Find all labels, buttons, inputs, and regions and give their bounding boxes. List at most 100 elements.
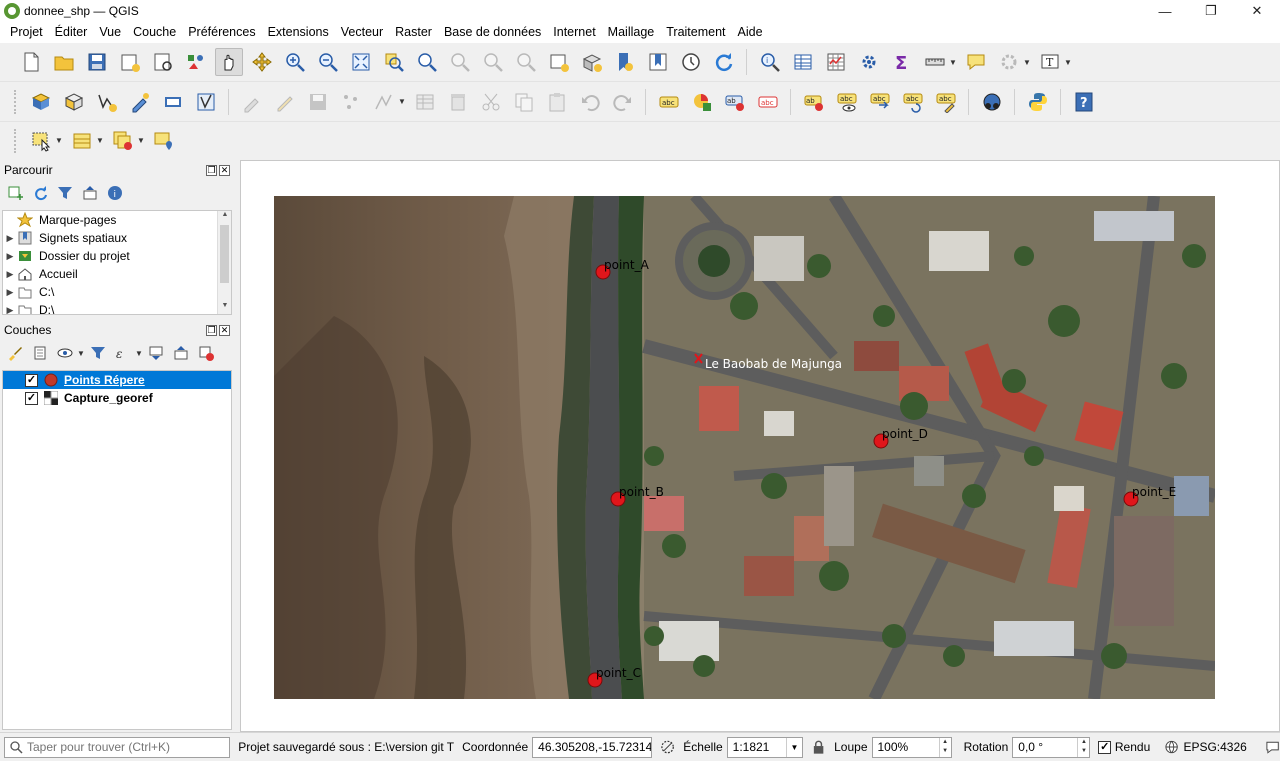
visibility-dropdown-icon[interactable]: ▼ bbox=[77, 349, 85, 358]
field-calculator-icon[interactable] bbox=[822, 48, 850, 76]
undock-panel-icon[interactable]: ❐ bbox=[206, 324, 217, 336]
toggle-editing-pencil-icon[interactable] bbox=[271, 88, 299, 116]
collapse-all-layers-icon[interactable] bbox=[170, 342, 192, 364]
vertex-tool-icon[interactable] bbox=[370, 88, 398, 116]
menu-internet[interactable]: Internet bbox=[547, 22, 601, 43]
paste-features-icon[interactable] bbox=[543, 88, 571, 116]
quickmapservices-icon[interactable] bbox=[978, 88, 1006, 116]
diagram-options-icon[interactable] bbox=[688, 88, 716, 116]
scrollbar-thumb[interactable] bbox=[220, 225, 229, 283]
zoom-to-layer-icon[interactable] bbox=[413, 48, 441, 76]
zoom-last-icon[interactable] bbox=[479, 48, 507, 76]
annotation-dropdown-icon[interactable]: ▼ bbox=[1064, 58, 1072, 67]
zoom-out-icon[interactable] bbox=[314, 48, 342, 76]
select-expression-dropdown-icon[interactable]: ▼ bbox=[96, 136, 104, 145]
pin-labels-icon[interactable]: ab bbox=[721, 88, 749, 116]
minimize-button[interactable]: — bbox=[1142, 0, 1188, 22]
statistics-sigma-icon[interactable]: Σ bbox=[888, 48, 916, 76]
expand-arrow-icon[interactable]: ▶ bbox=[3, 251, 17, 262]
menu-preferences[interactable]: Préférences bbox=[182, 22, 261, 43]
close-panel-icon[interactable]: ✕ bbox=[219, 164, 230, 176]
cut-features-icon[interactable] bbox=[477, 88, 505, 116]
menu-projet[interactable]: Projet bbox=[4, 22, 49, 43]
style-brush-icon[interactable] bbox=[4, 342, 26, 364]
virtual-layer-icon[interactable] bbox=[159, 88, 187, 116]
python-console-icon[interactable] bbox=[1024, 88, 1052, 116]
style-manager-icon[interactable] bbox=[182, 48, 210, 76]
close-panel-icon[interactable]: ✕ bbox=[219, 324, 230, 336]
tree-item-home[interactable]: ▶ Accueil bbox=[3, 265, 231, 283]
processing-dropdown-icon[interactable]: ▼ bbox=[1023, 58, 1031, 67]
add-selected-layers-icon[interactable] bbox=[4, 182, 26, 204]
tree-item-bookmarks[interactable]: Marque-pages bbox=[3, 211, 231, 229]
processing-options-gear-icon[interactable] bbox=[995, 48, 1023, 76]
filter-browser-icon[interactable] bbox=[54, 182, 76, 204]
measure-line-icon[interactable] bbox=[921, 48, 949, 76]
select-by-location-icon[interactable] bbox=[150, 127, 178, 155]
label-toolbar-abc-icon[interactable]: abc bbox=[655, 88, 683, 116]
crs-globe-icon[interactable] bbox=[1164, 739, 1179, 755]
scale-combobox[interactable]: ▼ bbox=[726, 736, 803, 758]
move-label-arrow-icon[interactable]: abc bbox=[866, 88, 894, 116]
change-label-icon[interactable]: abc bbox=[932, 88, 960, 116]
close-button[interactable]: ✕ bbox=[1234, 0, 1280, 22]
layout-manager-icon[interactable] bbox=[149, 48, 177, 76]
menu-maillage[interactable]: Maillage bbox=[602, 22, 661, 43]
current-edits-icon[interactable] bbox=[238, 88, 266, 116]
delete-selected-icon[interactable] bbox=[444, 88, 472, 116]
new-3d-map-view-icon[interactable] bbox=[578, 48, 606, 76]
menu-vecteur[interactable]: Vecteur bbox=[335, 22, 389, 43]
scale-dropdown-icon[interactable]: ▼ bbox=[785, 737, 802, 757]
add-group-icon[interactable] bbox=[29, 342, 51, 364]
magnifier-spin-icon[interactable]: ▲ ▼ bbox=[938, 737, 951, 757]
select-by-expression-icon[interactable] bbox=[68, 127, 96, 155]
new-shapefile-icon[interactable] bbox=[93, 88, 121, 116]
map-canvas[interactable]: Le Baobab de Majunga point_A point_B poi… bbox=[240, 160, 1280, 732]
open-attribute-table-icon[interactable] bbox=[789, 48, 817, 76]
coordinate-input[interactable] bbox=[538, 740, 652, 754]
layer-visibility-checkbox[interactable]: ✓ bbox=[25, 373, 38, 387]
menu-base-de-donnees[interactable]: Base de données bbox=[438, 22, 547, 43]
menu-extensions[interactable]: Extensions bbox=[262, 22, 335, 43]
undock-panel-icon[interactable]: ❐ bbox=[206, 164, 217, 176]
expand-arrow-icon[interactable]: ▶ bbox=[3, 233, 17, 244]
magnifier-spinbox[interactable]: ▲▼ bbox=[871, 736, 952, 758]
refresh-browser-icon[interactable] bbox=[29, 182, 51, 204]
filter-dropdown-icon[interactable]: ▼ bbox=[135, 349, 143, 358]
refresh-icon[interactable] bbox=[710, 48, 738, 76]
identify-features-icon[interactable]: i bbox=[756, 48, 784, 76]
expand-arrow-icon[interactable]: ▶ bbox=[3, 305, 17, 315]
deselect-dropdown-icon[interactable]: ▼ bbox=[137, 136, 145, 145]
map-tips-icon[interactable] bbox=[962, 48, 990, 76]
tree-item-project-folder[interactable]: ▶ Dossier du projet bbox=[3, 247, 231, 265]
menu-traitement[interactable]: Traitement bbox=[660, 22, 731, 43]
measure-dropdown-icon[interactable]: ▼ bbox=[949, 58, 957, 67]
toggle-extents-mouse-icon[interactable] bbox=[660, 739, 675, 755]
messages-icon[interactable] bbox=[1265, 739, 1280, 755]
show-spatial-bookmarks-icon[interactable] bbox=[644, 48, 672, 76]
show-hide-labels-icon[interactable]: abc bbox=[833, 88, 861, 116]
redo-icon[interactable] bbox=[609, 88, 637, 116]
digitize-icon[interactable] bbox=[126, 88, 154, 116]
layer-row-points-repere[interactable]: ✓ Points Répere bbox=[3, 371, 231, 389]
highlight-labels-icon[interactable]: abc bbox=[754, 88, 782, 116]
properties-info-icon[interactable]: i bbox=[104, 182, 126, 204]
select-dropdown-icon[interactable]: ▼ bbox=[55, 136, 63, 145]
copy-features-icon[interactable] bbox=[510, 88, 538, 116]
tree-item-drive-c[interactable]: ▶ C:\ bbox=[3, 283, 231, 301]
layer-visibility-checkbox[interactable]: ✓ bbox=[25, 391, 38, 405]
collapse-all-icon[interactable] bbox=[79, 182, 101, 204]
filter-legend-icon[interactable] bbox=[87, 342, 109, 364]
undo-icon[interactable] bbox=[576, 88, 604, 116]
scroll-up-icon[interactable]: ▲ bbox=[218, 211, 231, 223]
zoom-in-icon[interactable] bbox=[281, 48, 309, 76]
expand-arrow-icon[interactable]: ▶ bbox=[3, 287, 17, 298]
lock-scale-icon[interactable] bbox=[811, 739, 826, 755]
remove-layer-icon[interactable] bbox=[195, 342, 217, 364]
save-project-icon[interactable] bbox=[83, 48, 111, 76]
rotation-spin-icon[interactable]: ▲ ▼ bbox=[1077, 737, 1089, 757]
pan-to-selection-icon[interactable] bbox=[248, 48, 276, 76]
new-map-view-icon[interactable] bbox=[545, 48, 573, 76]
open-project-icon[interactable] bbox=[50, 48, 78, 76]
scroll-down-icon[interactable]: ▼ bbox=[218, 302, 231, 314]
